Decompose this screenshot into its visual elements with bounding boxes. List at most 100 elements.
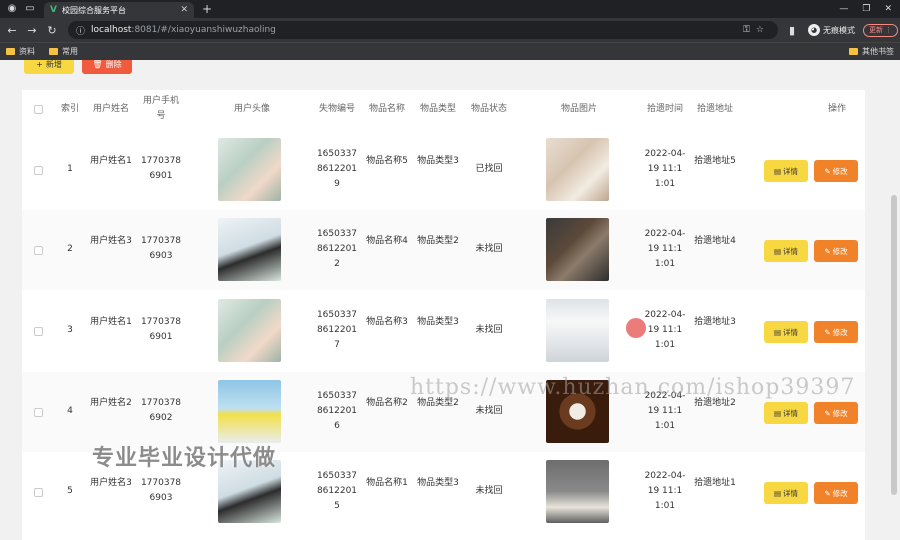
- browser-menu-icon[interactable]: ◉: [6, 3, 18, 15]
- item-image: [546, 218, 609, 281]
- document-icon: ▤: [773, 327, 782, 337]
- update-label: 更新: [869, 25, 883, 34]
- table-row[interactable]: 2 用户姓名3 17703786903 16503378612201 2 物品名称4 物品…: [22, 210, 865, 290]
- cell-item-name: 物品名称3: [366, 317, 408, 327]
- row-checkbox[interactable]: [34, 408, 43, 417]
- bookmark-star-icon[interactable]: ☆: [756, 25, 770, 35]
- cell-username: 用户姓名2: [90, 398, 132, 408]
- url-input[interactable]: ⓘ localhost :8081/#/xiaoyuanshiwuzhaolin…: [68, 21, 778, 39]
- other-bookmarks-label: 其他书签: [862, 47, 894, 56]
- omnibox-icons: ⚿☆: [743, 25, 770, 35]
- table-header: 索引 用户姓名 用户手机号 用户头像 失物编号 物品名称 物品类型 物品状态 物…: [22, 90, 865, 130]
- avatar-image: [218, 218, 281, 281]
- header-item-status: 物品状态: [470, 104, 507, 114]
- plus-icon: +: [36, 60, 43, 69]
- detail-label: 详情: [783, 408, 799, 418]
- avatar-image: [218, 380, 281, 443]
- bookmark-folder-1[interactable]: 资料: [6, 46, 35, 57]
- cell-index: 4: [67, 406, 73, 416]
- edit-label: 修改: [832, 327, 848, 337]
- tab-title: 校园综合服务平台: [61, 5, 126, 15]
- detail-button[interactable]: ▤ 详情: [764, 240, 808, 262]
- edit-button[interactable]: ✎ 修改: [814, 321, 858, 343]
- detail-button[interactable]: ▤ 详情: [764, 402, 808, 424]
- edit-button[interactable]: ✎ 修改: [814, 160, 858, 182]
- select-all-checkbox[interactable]: [34, 105, 43, 114]
- close-window-icon[interactable]: ✕: [884, 4, 892, 14]
- forward-icon[interactable]: →: [24, 24, 40, 37]
- header-item-name: 物品名称: [368, 104, 405, 114]
- row-checkbox[interactable]: [34, 327, 43, 336]
- url-watermark: https://www.huzhan.com/ishop39397: [410, 375, 856, 400]
- cell-pickup-place: 拾遗地址5: [694, 156, 736, 166]
- pencil-icon: ✎: [824, 327, 831, 337]
- click-indicator: [626, 318, 646, 338]
- edit-button[interactable]: ✎ 修改: [814, 402, 858, 424]
- browser-tab[interactable]: V 校园综合服务平台 ✕: [44, 2, 194, 18]
- tab-overview-icon[interactable]: ▭: [24, 3, 36, 15]
- edit-label: 修改: [832, 488, 848, 498]
- reload-icon[interactable]: ↻: [44, 24, 60, 37]
- bookmark-folder-2[interactable]: 常用: [49, 46, 78, 57]
- folder-icon: [849, 48, 858, 55]
- key-icon[interactable]: ⚿: [743, 25, 756, 35]
- profile-label: 无痕模式: [823, 25, 855, 35]
- cell-item-name: 物品名称2: [366, 398, 408, 408]
- header-avatar: 用户头像: [233, 104, 270, 114]
- new-tab-icon[interactable]: +: [202, 2, 212, 16]
- cell-username: 用户姓名1: [90, 317, 132, 327]
- header-index: 索引: [60, 104, 79, 114]
- other-bookmarks[interactable]: 其他书签: [849, 46, 894, 57]
- add-button[interactable]: + 新增: [24, 60, 74, 74]
- cell-username: 用户姓名3: [90, 478, 132, 488]
- detail-label: 详情: [783, 488, 799, 498]
- cell-pickup-time: 2022-04-19 11:11:01: [644, 149, 686, 189]
- sidebar-icon[interactable]: ▮: [784, 24, 800, 37]
- cell-phone: 17703786902: [140, 398, 182, 423]
- row-checkbox[interactable]: [34, 166, 43, 175]
- bookmark-label: 常用: [62, 47, 78, 56]
- action-toolbar: + 新增 🗑 删除: [24, 60, 132, 74]
- cell-lost-no: 16503378612201 9: [316, 149, 358, 189]
- edit-label: 修改: [832, 408, 848, 418]
- pencil-icon: ✎: [824, 488, 831, 498]
- delete-button[interactable]: 🗑 删除: [82, 60, 132, 74]
- profile-button[interactable]: ◕ 无痕模式: [808, 24, 855, 36]
- edit-button[interactable]: ✎ 修改: [814, 482, 858, 504]
- cell-lost-no: 16503378612201 7: [316, 310, 358, 350]
- row-checkbox[interactable]: [34, 488, 43, 497]
- header-item-type: 物品类型: [419, 104, 456, 114]
- cell-pickup-place: 拾遗地址4: [694, 236, 736, 246]
- cell-item-name: 物品名称4: [366, 236, 408, 246]
- table-row[interactable]: 3 用户姓名1 17703786901 16503378612201 7 物品名称3 物品…: [22, 291, 865, 371]
- minimize-icon[interactable]: —: [839, 4, 848, 14]
- tab-close-icon[interactable]: ✕: [180, 5, 188, 15]
- avatar-image: [218, 299, 281, 362]
- row-checkbox[interactable]: [34, 246, 43, 255]
- cell-pickup-place: 拾遗地址1: [694, 478, 736, 488]
- avatar-image: [218, 138, 281, 201]
- item-image: [546, 299, 609, 362]
- restore-icon[interactable]: ❐: [862, 4, 870, 14]
- detail-button[interactable]: ▤ 详情: [764, 482, 808, 504]
- detail-label: 详情: [783, 327, 799, 337]
- detail-button[interactable]: ▤ 详情: [764, 160, 808, 182]
- scroll-thumb[interactable]: [891, 195, 897, 495]
- pencil-icon: ✎: [824, 246, 831, 256]
- item-image: [546, 138, 609, 201]
- detail-button[interactable]: ▤ 详情: [764, 321, 808, 343]
- pencil-icon: ✎: [824, 166, 831, 176]
- site-info-icon[interactable]: ⓘ: [76, 24, 85, 37]
- url-path: :8081/#/xiaoyuanshiwuzhaoling: [131, 25, 276, 35]
- trash-icon: 🗑: [92, 60, 103, 69]
- page-scrollbar[interactable]: [888, 60, 900, 540]
- header-actions: 操作: [827, 104, 846, 114]
- edit-label: 修改: [832, 246, 848, 256]
- url-host: localhost: [91, 25, 132, 35]
- detail-label: 详情: [783, 166, 799, 176]
- back-icon[interactable]: ←: [4, 24, 20, 37]
- edit-button[interactable]: ✎ 修改: [814, 240, 858, 262]
- cell-item-type: 物品类型3: [417, 156, 459, 166]
- table-row[interactable]: 1 用户姓名1 17703786901 16503378612201 9 物品名称5 物品…: [22, 130, 865, 210]
- update-button[interactable]: 更新 ⋮: [863, 23, 899, 37]
